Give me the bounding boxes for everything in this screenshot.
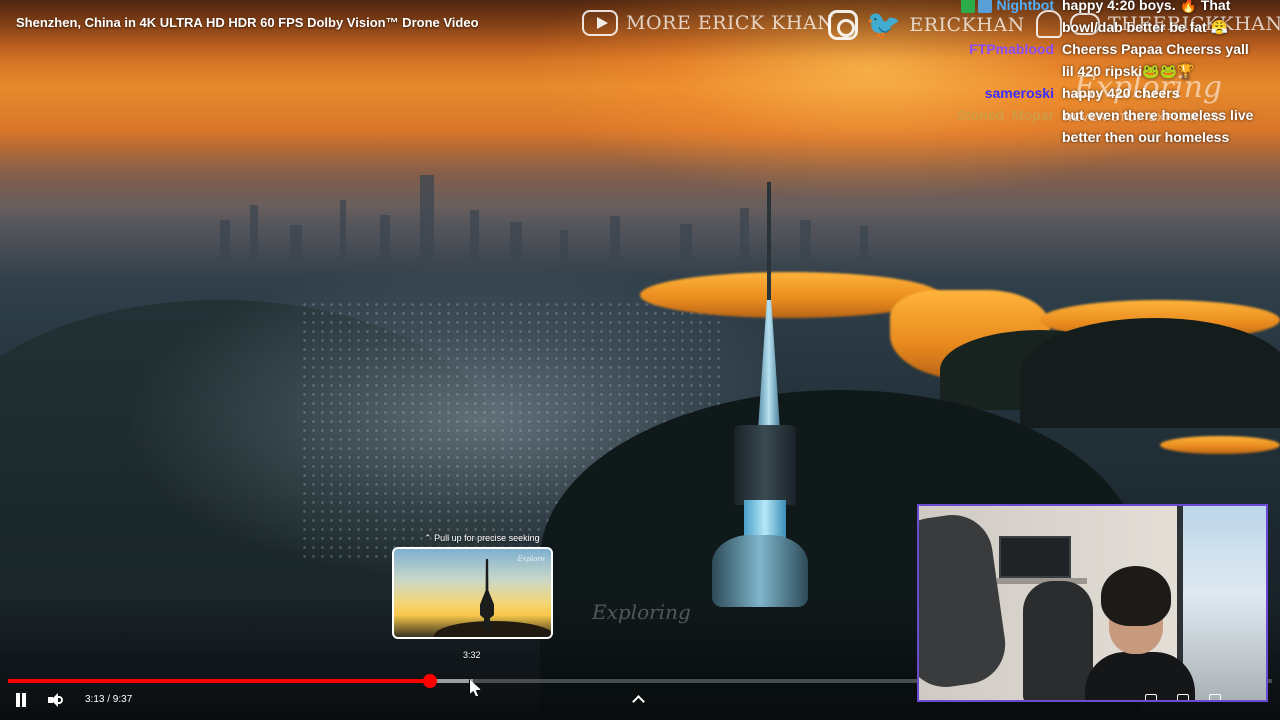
island	[1020, 318, 1280, 428]
progress-played	[8, 679, 431, 683]
chevron-up-icon: ⌃	[424, 533, 432, 543]
instagram-icon	[828, 10, 858, 40]
chat-username: FTPmablood	[969, 41, 1054, 57]
webcam-tv	[999, 536, 1071, 578]
tower-base	[712, 535, 808, 607]
tower-antenna	[767, 182, 771, 312]
tower-neck	[744, 500, 786, 540]
chat-username: Nightbot	[900, 0, 1054, 16]
chat-badges	[961, 0, 993, 14]
player-right-controls	[1145, 694, 1221, 700]
volume-icon-wave	[58, 696, 63, 704]
time-display: 3:13 / 9:37	[85, 694, 133, 705]
seek-hint: ⌃ Pull up for precise seeking	[424, 533, 540, 544]
lake-reflection	[1160, 436, 1280, 454]
video-watermark: Exploring	[592, 600, 691, 624]
chat-username: Stoned_Mopar	[956, 107, 1054, 123]
volume-icon-cone	[51, 693, 58, 707]
seek-preview-time: 3:32	[463, 650, 481, 660]
chat-username-text: Nightbot	[996, 0, 1054, 13]
youtube-label: MORE ERICK KHAN	[626, 12, 835, 34]
chat-username: sameroski	[984, 85, 1054, 101]
chat-text: but even there homeless live better then…	[1062, 107, 1254, 145]
pause-icon	[22, 693, 26, 707]
verified-badge-icon	[978, 0, 993, 14]
youtube-overlay: MORE ERICK KHAN	[582, 10, 834, 36]
distant-skyline	[180, 150, 940, 260]
pause-icon	[16, 693, 20, 707]
brand-logo: Exploring	[1074, 70, 1223, 105]
chat-message: Stoned_Mopar but even there homeless liv…	[900, 104, 1280, 148]
brand-tagline: NEVER STOP EXPLORING	[1064, 112, 1222, 124]
theater-icon[interactable]	[1177, 694, 1189, 700]
video-title[interactable]: Shenzhen, China in 4K ULTRA HD HDR 60 FP…	[16, 15, 479, 30]
thumbnail-watermark: Explore	[517, 555, 545, 563]
seek-hint-text: Pull up for precise seeking	[434, 533, 540, 543]
thumbnail-hill	[434, 621, 551, 637]
fullscreen-icon[interactable]	[1209, 694, 1221, 700]
chat-message: Nightbot happy 4:20 boys. 🔥 That bowl/da…	[900, 0, 1280, 38]
webcam-streamer	[1085, 566, 1201, 700]
volume-button[interactable]	[48, 692, 66, 708]
seek-preview-thumbnail: Explore	[392, 547, 553, 639]
webcam-chair	[1023, 581, 1093, 700]
tower-pod	[734, 425, 796, 505]
streamer-hair	[1101, 566, 1171, 626]
chat-text: happy 4:20 boys. 🔥 That bowl/dab better …	[1062, 0, 1231, 35]
youtube-icon	[582, 10, 618, 36]
mod-badge-icon	[961, 0, 976, 14]
pause-button[interactable]	[14, 693, 28, 709]
webcam-overlay	[917, 504, 1268, 702]
thumbnail-tower	[480, 559, 494, 629]
settings-icon[interactable]	[1145, 694, 1157, 700]
twitter-icon: 🐦	[866, 8, 902, 41]
